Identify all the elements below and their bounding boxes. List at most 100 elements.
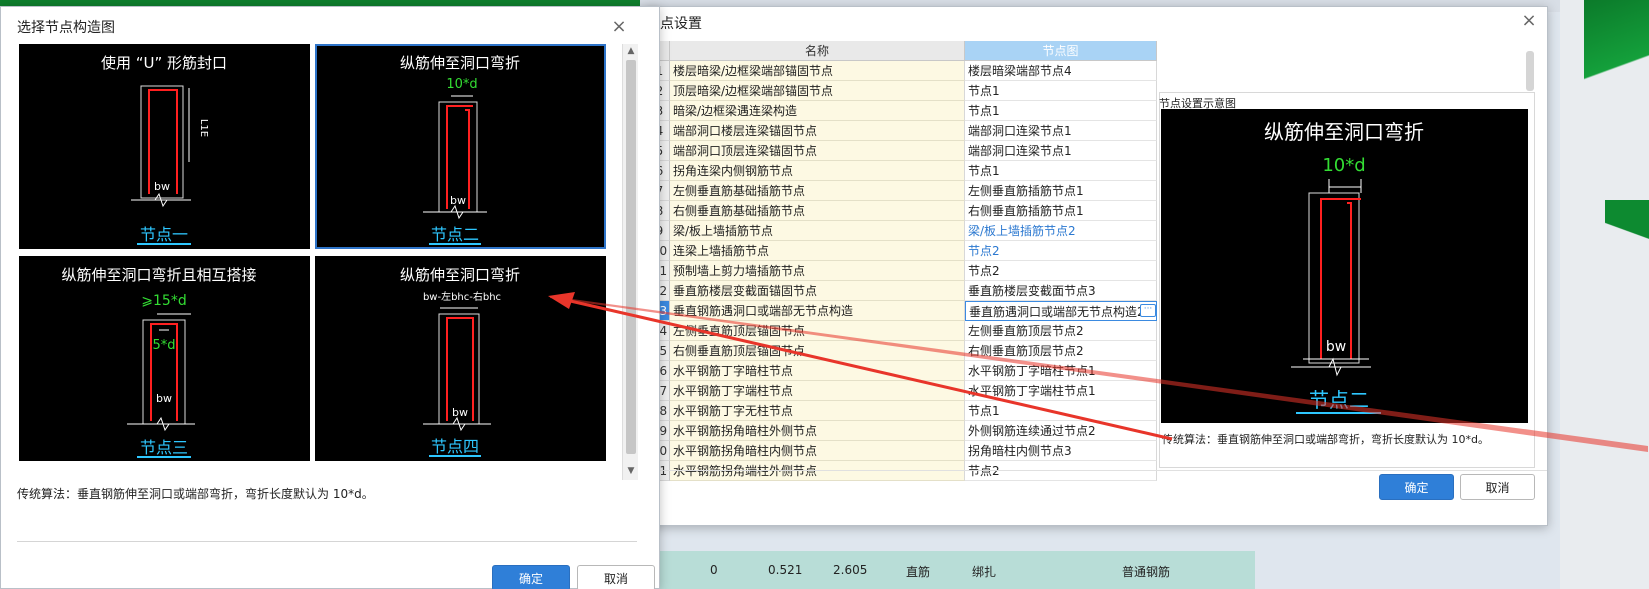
bottom-cell: 绑扎 (972, 565, 997, 579)
table-row[interactable]: 18水平钢筋丁字无柱节点节点1 (650, 401, 1158, 421)
table-row[interactable]: 17水平钢筋丁字端柱节点水平钢筋丁字端柱节点1 (650, 381, 1158, 401)
table-row[interactable]: 5端部洞口顶层连梁锚固节点端部洞口连梁节点1 (650, 141, 1158, 161)
bottom-cell: 普通钢筋 (1122, 565, 1171, 579)
column-header-name[interactable]: 名称 (670, 41, 965, 61)
table-row[interactable]: 9梁/板上墙插筋节点梁/板上墙插筋节点2 (650, 221, 1158, 241)
vertical-scrollbar[interactable]: ▲ ▼ (622, 44, 638, 480)
scrollbar-thumb[interactable] (626, 60, 636, 454)
node-settings-dialog: 节点设置 × 名称 节点图 1楼层暗梁/边框梁端部锚固节点楼层暗梁端部节点4 2… (645, 6, 1548, 526)
node-tile-1[interactable]: 使用 “U” 形筋封口 L1E bw 节点一 (19, 44, 310, 249)
cancel-button[interactable]: 取消 (1460, 474, 1535, 500)
table-row[interactable]: 10连梁上墙插筋节点节点2 (650, 241, 1158, 261)
table-row-selected[interactable]: 13垂直钢筋遇洞口或端部无节点构造垂直筋遇洞口或端部无节点构造2··· (650, 301, 1158, 321)
row-value[interactable]: 节点2 (965, 261, 1157, 281)
preview-bw: bw (1326, 339, 1346, 355)
table-row[interactable]: 12垂直筋楼层变截面锚固节点垂直筋楼层变截面节点3 (650, 281, 1158, 301)
table-row[interactable]: 14左侧垂直筋顶层锚固节点左侧垂直筋顶层节点2 (650, 321, 1158, 341)
table-row[interactable]: 21水平钢筋拐角端柱外侧节点节点2 (650, 461, 1158, 481)
row-name: 水平钢筋拐角暗柱内侧节点 (670, 441, 965, 461)
table-row[interactable]: 19水平钢筋拐角暗柱外侧节点外侧钢筋连续通过节点2 (650, 421, 1158, 441)
row-name: 预制墙上剪力墙插筋节点 (670, 261, 965, 281)
node-tile-4[interactable]: 纵筋伸至洞口弯折 bw-左bhc-右bhc bw 节点四 (315, 256, 606, 461)
row-value[interactable]: 端部洞口连梁节点1 (965, 141, 1157, 161)
tile-dimension: bw (452, 406, 468, 419)
row-value[interactable]: 端部洞口连梁节点1 (965, 121, 1157, 141)
tile-caption: 节点一 (140, 225, 188, 244)
row-value[interactable]: 右侧垂直筋插筋节点1 (965, 201, 1157, 221)
row-value[interactable]: 节点2 (965, 241, 1157, 261)
background-green-shape-2 (1605, 200, 1649, 280)
ellipsis-button[interactable]: ··· (1140, 304, 1156, 317)
tile-caption: 节点四 (431, 437, 479, 456)
node-tile-2[interactable]: 纵筋伸至洞口弯折 10*d bw 节点二 (315, 44, 606, 249)
table-row[interactable]: 7左侧垂直筋基础插筋节点左侧垂直筋插筋节点1 (650, 181, 1158, 201)
row-value[interactable]: 垂直筋楼层变截面节点3 (965, 281, 1157, 301)
ok-button[interactable]: 确定 (492, 565, 570, 589)
table-row[interactable]: 16水平钢筋丁字暗柱节点水平钢筋丁字暗柱节点1 (650, 361, 1158, 381)
table-row[interactable]: 4端部洞口楼层连梁锚固节点端部洞口连梁节点1 (650, 121, 1158, 141)
tile-caption: 节点三 (140, 438, 188, 457)
select-node-diagram-dialog: 选择节点构造图 × 使用 “U” 形筋封口 L1E bw 节点一 纵筋伸至洞口弯… (0, 6, 660, 589)
row-name: 垂直钢筋遇洞口或端部无节点构造 (670, 301, 965, 321)
close-icon[interactable]: × (1521, 12, 1537, 30)
table-row[interactable]: 3暗梁/边框梁遇连梁构造节点1 (650, 101, 1158, 121)
tile-title: 纵筋伸至洞口弯折 (400, 266, 520, 284)
row-name: 左侧垂直筋顶层锚固节点 (670, 321, 965, 341)
row-value[interactable]: 拐角暗柱内侧节点3 (965, 441, 1157, 461)
row-value[interactable]: 节点1 (965, 161, 1157, 181)
tile-dimension: 5*d (152, 338, 175, 353)
tile-dimension: bw (154, 180, 170, 193)
preview-image: 纵筋伸至洞口弯折 10*d bw 节点二 (1161, 109, 1528, 423)
row-name: 顶层暗梁/边框梁端部锚固节点 (670, 81, 965, 101)
row-name: 右侧垂直筋顶层锚固节点 (670, 341, 965, 361)
row-name: 左侧垂直筋基础插筋节点 (670, 181, 965, 201)
row-name: 水平钢筋丁字无柱节点 (670, 401, 965, 421)
row-value[interactable]: 节点1 (965, 401, 1157, 421)
tile-dimension: bw-左bhc-右bhc (423, 290, 501, 303)
background-green-shape (1584, 0, 1649, 150)
table-row[interactable]: 8右侧垂直筋基础插筋节点右侧垂直筋插筋节点1 (650, 201, 1158, 221)
divider (17, 541, 637, 542)
preview-dimension: 10*d (1322, 155, 1365, 176)
row-name: 端部洞口楼层连梁锚固节点 (670, 121, 965, 141)
row-name: 暗梁/边框梁遇连梁构造 (670, 101, 965, 121)
tile-dimension: L1E (198, 119, 209, 137)
scrollbar-thumb[interactable] (1526, 51, 1534, 91)
row-value[interactable]: 梁/板上墙插筋节点2 (965, 221, 1157, 241)
table-row[interactable]: 1楼层暗梁/边框梁端部锚固节点楼层暗梁端部节点4 (650, 61, 1158, 81)
table-row[interactable]: 15右侧垂直筋顶层锚固节点右侧垂直筋顶层节点2 (650, 341, 1158, 361)
row-name: 端部洞口顶层连梁锚固节点 (670, 141, 965, 161)
row-value[interactable]: 楼层暗梁端部节点4 (965, 61, 1157, 81)
cancel-button[interactable]: 取消 (577, 565, 655, 589)
row-value[interactable]: 外侧钢筋连续通过节点2 (965, 421, 1157, 441)
row-value[interactable]: 右侧垂直筋顶层节点2 (965, 341, 1157, 361)
row-value-editing[interactable]: 垂直筋遇洞口或端部无节点构造2 (965, 301, 1157, 321)
bottom-cell: 直筋 (906, 565, 931, 579)
close-icon[interactable]: × (611, 18, 627, 36)
table-row[interactable]: 6拐角连梁内侧钢筋节点节点1 (650, 161, 1158, 181)
row-value[interactable]: 左侧垂直筋顶层节点2 (965, 321, 1157, 341)
table-row[interactable]: 2顶层暗梁/边框梁端部锚固节点节点1 (650, 81, 1158, 101)
divider (646, 470, 1547, 471)
row-value[interactable]: 节点2 (965, 461, 1157, 481)
algorithm-description: 传统算法：垂直钢筋伸至洞口或端部弯折，弯折长度默认为 10*d。 (17, 487, 374, 501)
scroll-down-icon[interactable]: ▼ (623, 464, 639, 478)
row-name: 水平钢筋拐角端柱外侧节点 (670, 461, 965, 481)
bottom-cell: 2.605 (833, 563, 868, 577)
preview-title: 纵筋伸至洞口弯折 (1264, 120, 1424, 144)
preview-description: 传统算法：垂直钢筋伸至洞口或端部弯折，弯折长度默认为 10*d。 (1162, 433, 1489, 446)
node-tile-3[interactable]: 纵筋伸至洞口弯折且相互搭接 ⩾15*d 5*d bw 节点三 (19, 256, 310, 461)
ok-button[interactable]: 确定 (1379, 474, 1454, 500)
column-header-node-diagram[interactable]: 节点图 (965, 41, 1157, 61)
row-value[interactable]: 水平钢筋丁字端柱节点1 (965, 381, 1157, 401)
table-row[interactable]: 20水平钢筋拐角暗柱内侧节点拐角暗柱内侧节点3 (650, 441, 1158, 461)
row-name: 梁/板上墙插筋节点 (670, 221, 965, 241)
table-row[interactable]: 11预制墙上剪力墙插筋节点节点2 (650, 261, 1158, 281)
row-value[interactable]: 左侧垂直筋插筋节点1 (965, 181, 1157, 201)
row-name: 水平钢筋丁字暗柱节点 (670, 361, 965, 381)
row-value[interactable]: 水平钢筋丁字暗柱节点1 (965, 361, 1157, 381)
row-value[interactable]: 节点1 (965, 101, 1157, 121)
scroll-up-icon[interactable]: ▲ (623, 44, 639, 58)
row-value[interactable]: 节点1 (965, 81, 1157, 101)
tile-title: 使用 “U” 形筋封口 (101, 54, 227, 72)
